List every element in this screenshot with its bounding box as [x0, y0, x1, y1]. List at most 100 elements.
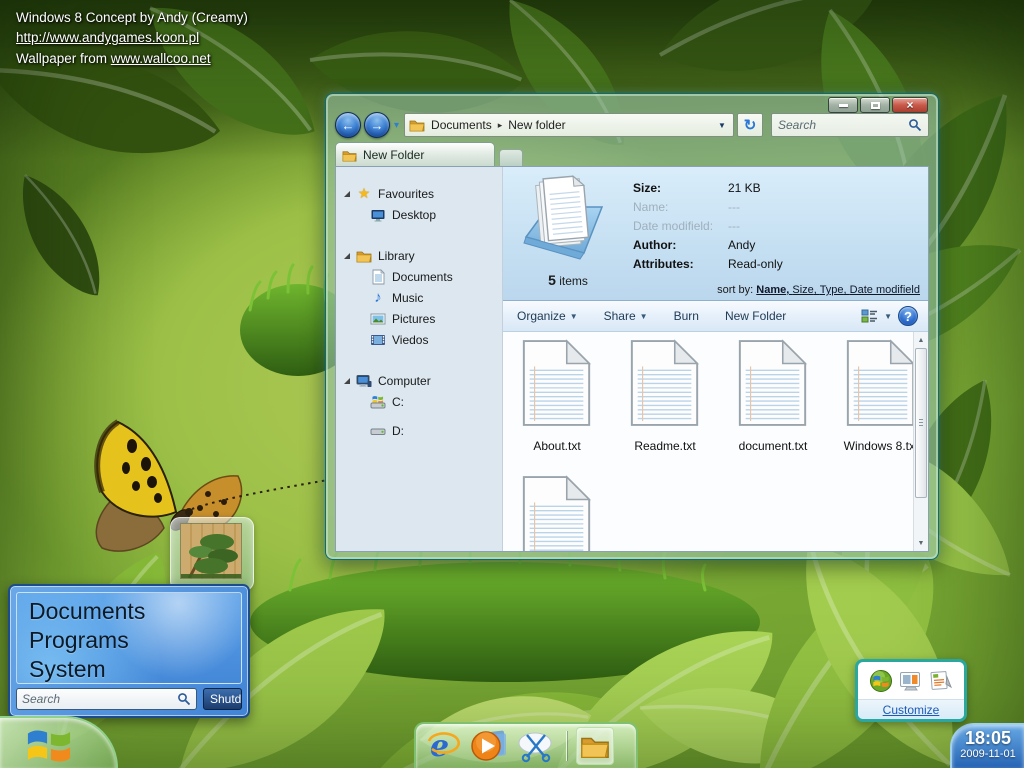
sidebar-item-videos[interactable]: Viedos — [336, 329, 502, 350]
sidebar-item-favourites[interactable]: ★ Favourites — [336, 183, 502, 204]
dock-separator — [566, 731, 567, 761]
sort-by-size[interactable]: Size — [792, 284, 819, 296]
music-note-icon: ♪ — [370, 290, 386, 306]
sort-by-type[interactable]: Type — [820, 284, 850, 296]
picture-icon — [370, 311, 386, 327]
gadget-photo — [180, 523, 242, 579]
detail-size: Size:21 KB — [633, 181, 761, 195]
address-bar[interactable]: Documents ▸ New folder ▼ — [404, 113, 734, 137]
shutdown-button[interactable]: Shutdown ▶ — [203, 688, 242, 710]
customize-link[interactable]: Customize — [883, 703, 940, 717]
media-player-icon[interactable] — [470, 728, 508, 764]
views-icon[interactable] — [861, 309, 878, 324]
desktop: Windows 8 Concept by Andy (Creamy) http:… — [0, 0, 1024, 768]
expander-icon[interactable] — [344, 191, 350, 197]
organize-button[interactable]: Organize▼ — [517, 309, 578, 323]
new-tab-button[interactable] — [499, 149, 523, 167]
detail-attributes: Attributes:Read-only — [633, 257, 783, 271]
forward-button[interactable]: → — [364, 112, 390, 138]
start-search-input[interactable] — [22, 692, 177, 706]
credit-link[interactable]: http://www.andygames.koon.pl — [16, 28, 248, 48]
help-button[interactable]: ? — [898, 306, 918, 326]
sidebar-item-c-drive[interactable]: C: — [336, 391, 502, 412]
selection-preview: 5 items — [513, 173, 623, 288]
internet-explorer-icon[interactable]: e — [425, 728, 461, 764]
start-menu-documents[interactable]: Documents — [29, 597, 241, 626]
calendar-icon[interactable] — [929, 669, 953, 693]
clock-date: 2009-11-01 — [952, 748, 1024, 760]
back-arrow-icon: ← — [342, 118, 355, 133]
burn-button[interactable]: Burn — [674, 309, 699, 323]
start-menu-system[interactable]: System — [29, 655, 241, 684]
forward-arrow-icon: → — [371, 118, 384, 133]
share-button[interactable]: Share▼ — [604, 309, 648, 323]
scroll-up-icon[interactable]: ▲ — [914, 333, 928, 347]
scrollbar-thumb[interactable] — [915, 348, 927, 498]
start-search-box[interactable] — [16, 688, 197, 710]
detail-date-modified: Date modifield:--- — [633, 219, 740, 233]
file-readme-txt[interactable]: Readme.txt — [617, 338, 713, 453]
start-menu-programs[interactable]: Programs — [29, 626, 241, 655]
windows-logo-icon — [26, 722, 72, 768]
tab-new-folder[interactable]: New Folder — [335, 142, 495, 167]
refresh-icon: ↻ — [744, 116, 757, 134]
refresh-button[interactable]: ↻ — [737, 113, 763, 137]
explorer-taskbar-button[interactable] — [576, 727, 614, 765]
desktop-icon — [370, 207, 386, 223]
recent-pages-icon[interactable]: ▾ — [394, 120, 399, 131]
start-menu: Documents Programs System Shutdown ▶ — [8, 584, 250, 718]
sidebar-item-music[interactable]: ♪ Music — [336, 287, 502, 308]
sidebar-item-d-drive[interactable]: D: — [336, 420, 502, 441]
close-icon: × — [906, 99, 913, 111]
photo-gadget[interactable] — [170, 517, 254, 591]
expander-icon[interactable] — [344, 378, 350, 384]
sort-by-name[interactable]: Name — [756, 284, 792, 296]
search-input[interactable] — [778, 118, 908, 132]
document-icon — [370, 269, 386, 285]
customize-bar: Customize — [858, 699, 964, 719]
sidebar-item-computer[interactable]: Computer — [336, 370, 502, 391]
taskbar-clock[interactable]: 18:05 2009-11-01 — [950, 723, 1024, 768]
wallcoo-link[interactable]: www.wallcoo.net — [111, 51, 211, 66]
sidebar-item-library[interactable]: Library — [336, 245, 502, 266]
file-partially-visible[interactable] — [509, 474, 605, 551]
items-count: 5 items — [513, 272, 623, 288]
wallpaper-credits: Windows 8 Concept by Andy (Creamy) http:… — [16, 8, 248, 69]
star-icon: ★ — [356, 186, 372, 202]
start-menu-items: Documents Programs System — [16, 592, 242, 684]
back-button[interactable]: ← — [335, 112, 361, 138]
display-settings-icon[interactable] — [899, 669, 923, 693]
film-icon — [370, 332, 386, 348]
scroll-down-icon[interactable]: ▼ — [914, 536, 928, 550]
text-file-icon — [842, 338, 920, 428]
snipping-tool-icon[interactable] — [517, 729, 557, 763]
tab-label: New Folder — [363, 148, 424, 162]
address-dropdown-icon[interactable]: ▼ — [713, 121, 731, 130]
details-pane: 5 items Size:21 KB Name:--- Date modifie… — [503, 167, 928, 301]
sidebar-item-documents[interactable]: Documents — [336, 266, 502, 287]
sort-by-date[interactable]: Date modifield — [850, 284, 920, 296]
text-file-icon — [626, 338, 704, 428]
folder-icon — [342, 148, 357, 163]
expander-icon[interactable] — [344, 253, 350, 259]
file-document-txt[interactable]: document.txt — [725, 338, 821, 453]
sidebar-item-desktop[interactable]: Desktop — [336, 204, 502, 225]
vertical-scrollbar[interactable]: ▲ ▼ — [913, 332, 928, 551]
security-center-icon[interactable] — [869, 669, 893, 693]
breadcrumb-documents[interactable]: Documents — [431, 118, 492, 132]
explorer-window: × ← → ▾ Documents ▸ New folder ▼ ↻ — [325, 93, 939, 560]
folder-icon — [580, 731, 610, 761]
sort-by-bar: sort by: NameSizeTypeDate modifield — [717, 284, 920, 296]
views-dropdown-icon[interactable]: ▼ — [884, 312, 892, 321]
documents-stack-icon — [518, 173, 618, 265]
search-box[interactable] — [771, 113, 929, 137]
search-icon — [908, 118, 922, 132]
new-folder-button[interactable]: New Folder — [725, 309, 786, 323]
sidebar-item-pictures[interactable]: Pictures — [336, 308, 502, 329]
file-about-txt[interactable]: About.txt — [509, 338, 605, 453]
command-bar: Organize▼ Share▼ Burn New Folder ▼ — [503, 301, 928, 332]
breadcrumb-new-folder[interactable]: New folder — [508, 118, 565, 132]
navigation-pane: ★ Favourites Desktop Library — [336, 167, 503, 551]
crumb-separator-icon: ▸ — [498, 120, 503, 131]
dropdown-arrow-icon: ▼ — [640, 312, 648, 321]
